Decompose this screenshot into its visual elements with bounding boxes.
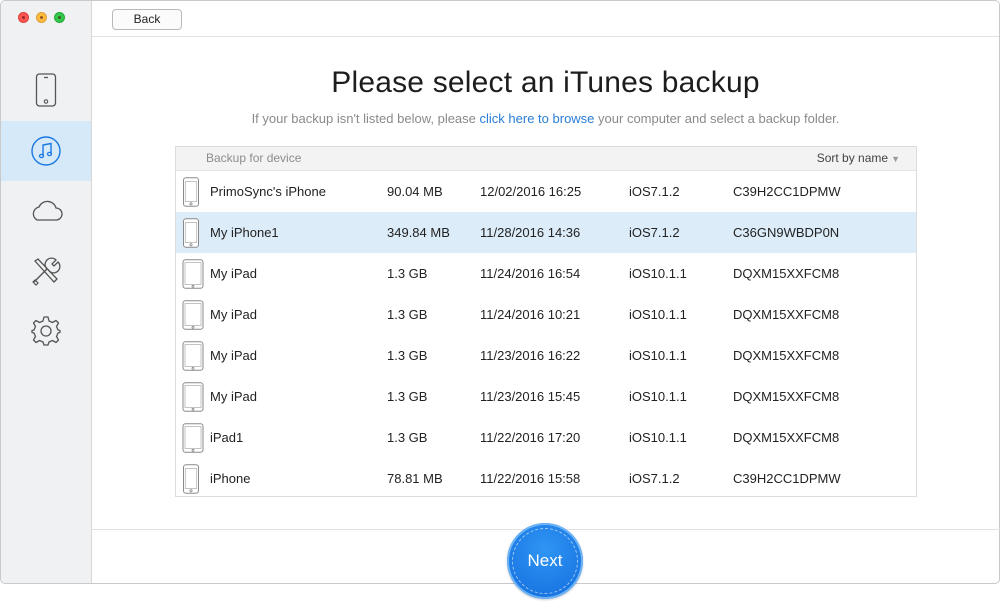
ipad-icon (182, 382, 204, 415)
column-header-device: Backup for device (206, 151, 302, 165)
page-title: Please select an iTunes backup (331, 66, 760, 99)
ios-version: iOS10.1.1 (629, 430, 687, 445)
table-body: PrimoSync's iPhone 90.04 MB 12/02/2016 16:… (176, 171, 916, 499)
tools-icon (30, 255, 62, 287)
next-button-label: Next (527, 551, 563, 570)
ios-version: iOS10.1.1 (629, 348, 687, 363)
backup-date: 11/24/2016 16:54 (480, 266, 581, 281)
page-subtitle: If your backup isn't listed below, pleas… (91, 111, 1000, 126)
maximize-window-button[interactable] (54, 12, 65, 23)
device-name: My iPad (210, 389, 257, 404)
serial-number: C39H2CC1DPMW (733, 184, 841, 199)
toolbar: Back (92, 1, 999, 37)
device-name: iPad1 (210, 430, 244, 445)
gear-icon (30, 315, 62, 347)
device-name: My iPad (210, 307, 257, 322)
close-window-button[interactable] (18, 12, 29, 23)
serial-number: DQXM15XXFCM8 (733, 389, 840, 404)
sidebar-item-icloud[interactable] (1, 181, 91, 241)
ipad-icon (182, 423, 204, 456)
backup-date: 11/23/2016 15:45 (480, 389, 581, 404)
serial-number: C39H2CC1DPMW (733, 471, 841, 486)
sidebar-item-tools[interactable] (1, 241, 91, 301)
chevron-down-icon: ▼ (891, 154, 900, 164)
backup-size: 1.3 GB (387, 348, 428, 363)
device-name: PrimoSync's iPhone (210, 184, 326, 199)
table-row[interactable]: My iPhone1 349.84 MB 11/28/2016 14:36 iOS7.… (176, 212, 916, 253)
backup-size: 1.3 GB (387, 266, 428, 281)
ipad-icon (182, 341, 204, 374)
ios-version: iOS10.1.1 (629, 307, 687, 322)
subtitle-text-after: your computer and select a backup folder… (598, 111, 840, 126)
ios-version: iOS10.1.1 (629, 389, 687, 404)
backup-size: 90.04 MB (387, 184, 443, 199)
back-button[interactable]: Back (112, 9, 182, 30)
ios-version: iOS7.1.2 (629, 184, 680, 199)
iphone-icon (182, 218, 200, 251)
device-name: My iPad (210, 348, 257, 363)
ios-version: iOS10.1.1 (629, 266, 687, 281)
backup-date: 11/22/2016 17:20 (480, 430, 581, 445)
backup-size: 1.3 GB (387, 307, 428, 322)
minimize-window-button[interactable] (36, 12, 47, 23)
backup-size: 78.81 MB (387, 471, 443, 486)
sort-dropdown[interactable]: Sort by name ▼ (817, 151, 900, 165)
backup-date: 12/02/2016 16:25 (480, 184, 582, 199)
table-row[interactable]: iPad1 1.3 GB 11/22/2016 17:20 iOS10.1.1 DQXM… (176, 417, 916, 458)
iphone-icon (182, 177, 200, 210)
next-button[interactable]: Next (507, 523, 583, 599)
browse-link[interactable]: click here to browse (480, 111, 595, 126)
backup-table: Backup for device Sort by name ▼ PrimoSyn… (175, 146, 917, 497)
iphone-icon (35, 73, 57, 107)
subtitle-text-before: If your backup isn't listed below, pleas… (251, 111, 476, 126)
table-header: Backup for device Sort by name ▼ (176, 147, 916, 171)
sidebar-item-device[interactable] (1, 60, 91, 120)
backup-date: 11/23/2016 16:22 (480, 348, 581, 363)
table-row[interactable]: My iPad 1.3 GB 11/23/2016 15:45 iOS10.1.1 DQ… (176, 376, 916, 417)
sidebar-item-itunes[interactable] (1, 121, 91, 181)
table-row[interactable]: PrimoSync's iPhone 90.04 MB 12/02/2016 16:… (176, 171, 916, 212)
serial-number: DQXM15XXFCM8 (733, 348, 840, 363)
backup-date: 11/28/2016 14:36 (480, 225, 581, 240)
table-row[interactable]: My iPad 1.3 GB 11/23/2016 16:22 iOS10.1.1 DQ… (176, 335, 916, 376)
serial-number: DQXM15XXFCM8 (733, 266, 840, 281)
backup-size: 1.3 GB (387, 430, 428, 445)
ios-version: iOS7.1.2 (629, 225, 680, 240)
sidebar (1, 1, 92, 583)
table-row[interactable]: iPhone 78.81 MB 11/22/2016 15:58 iOS7.1.2 C3… (176, 458, 916, 499)
table-row[interactable]: My iPad 1.3 GB 11/24/2016 10:21 iOS10.1.1 DQ… (176, 294, 916, 335)
device-name: My iPad (210, 266, 257, 281)
music-note-icon (30, 135, 62, 167)
window-controls (18, 12, 65, 23)
serial-number: DQXM15XXFCM8 (733, 430, 840, 445)
cloud-icon (29, 200, 63, 222)
serial-number: C36GN9WBDP0N (733, 225, 840, 240)
backup-date: 11/24/2016 10:21 (480, 307, 581, 322)
serial-number: DQXM15XXFCM8 (733, 307, 840, 322)
device-name: My iPhone1 (210, 225, 279, 240)
backup-size: 349.84 MB (387, 225, 450, 240)
ipad-icon (182, 300, 204, 333)
backup-size: 1.3 GB (387, 389, 428, 404)
table-row[interactable]: My iPad 1.3 GB 11/24/2016 16:54 iOS10.1.1 DQ… (176, 253, 916, 294)
device-name: iPhone (210, 471, 251, 486)
ios-version: iOS7.1.2 (629, 471, 680, 486)
backup-date: 11/22/2016 15:58 (480, 471, 581, 486)
sidebar-item-settings[interactable] (1, 301, 91, 361)
ipad-icon (182, 259, 204, 292)
sort-label: Sort by name (816, 151, 889, 165)
iphone-icon (182, 464, 200, 497)
